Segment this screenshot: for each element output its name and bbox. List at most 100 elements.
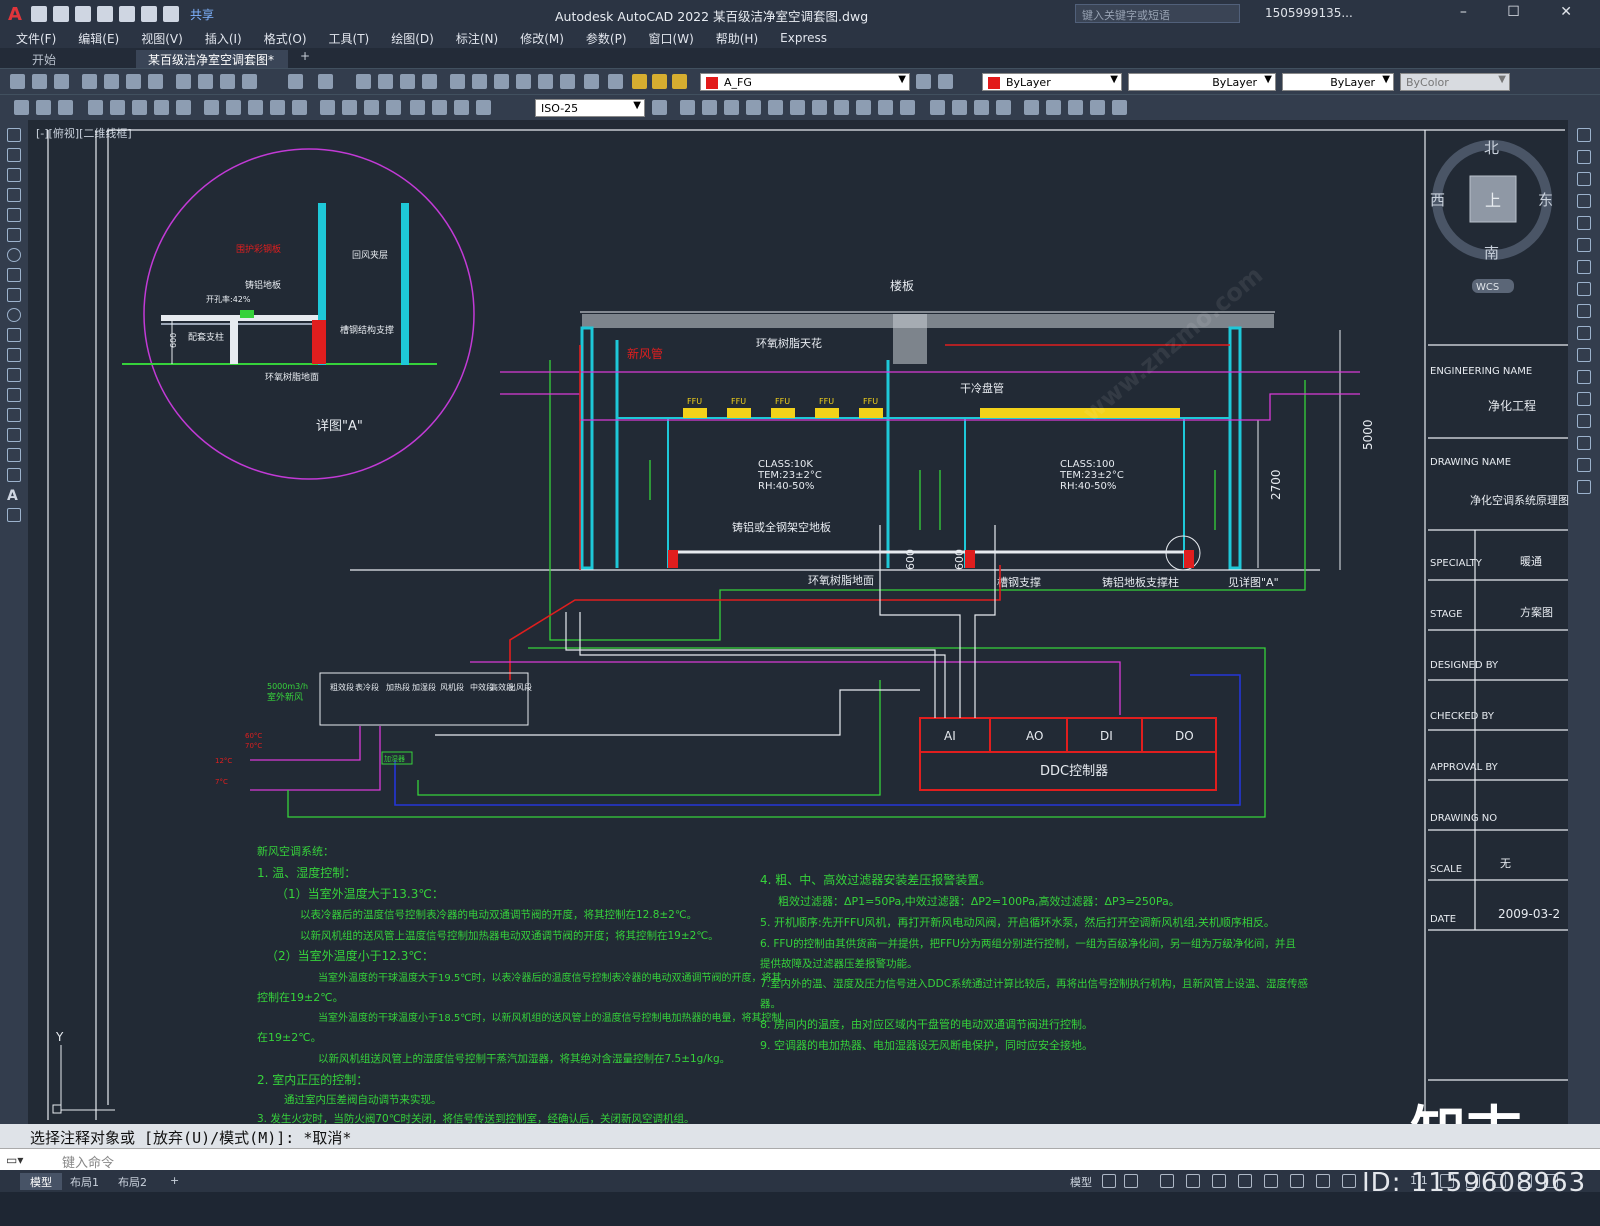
viewport-controls[interactable]: [-][俯视][二维线框]: [36, 125, 132, 141]
zoom-prev-icon[interactable]: [422, 74, 437, 89]
cut-icon[interactable]: [176, 74, 191, 89]
menu-dimension[interactable]: 标注(N): [456, 30, 498, 47]
menu-file[interactable]: 文件(F): [16, 30, 56, 47]
tab-start[interactable]: 开始: [20, 50, 135, 68]
save-icon[interactable]: [74, 6, 91, 22]
menu-help[interactable]: 帮助(H): [716, 30, 758, 47]
dim-space-icon[interactable]: [270, 100, 285, 115]
paste-icon[interactable]: [220, 74, 235, 89]
center-mark-icon[interactable]: [342, 100, 357, 115]
redo-icon[interactable]: [318, 74, 333, 89]
region-icon[interactable]: [7, 448, 21, 462]
explode-icon[interactable]: [996, 100, 1011, 115]
markup-icon[interactable]: [538, 74, 553, 89]
extend-tool-icon[interactable]: [1577, 348, 1591, 362]
polar-icon[interactable]: [1186, 1174, 1200, 1188]
menu-parametric[interactable]: 参数(P): [586, 30, 627, 47]
make-current-icon[interactable]: [916, 74, 931, 89]
user-account[interactable]: 1505999135...: [1265, 6, 1353, 20]
snap-icon[interactable]: [1124, 1174, 1138, 1188]
layer-previous-icon[interactable]: [938, 74, 953, 89]
lineweight-icon[interactable]: [1264, 1174, 1278, 1188]
copy-tool-icon[interactable]: [1577, 150, 1591, 164]
save-icon[interactable]: [54, 74, 69, 89]
menu-tools[interactable]: 工具(T): [329, 30, 370, 47]
dim-style-manager-icon[interactable]: [652, 100, 667, 115]
copy-obj-icon[interactable]: [680, 100, 695, 115]
table-tool-icon[interactable]: [7, 468, 21, 482]
zoom-window-icon[interactable]: [400, 74, 415, 89]
zoom-realtime-icon[interactable]: [378, 74, 393, 89]
dim-style-icon[interactable]: [476, 100, 491, 115]
move-icon[interactable]: [768, 100, 783, 115]
offset-tool-icon[interactable]: [1577, 194, 1591, 208]
drawing-canvas[interactable]: [28, 120, 1568, 1124]
polyline-icon[interactable]: [7, 168, 21, 182]
share-button[interactable]: 共享: [190, 6, 214, 23]
lineweight-dropdown[interactable]: ByLayer ▼: [1282, 73, 1394, 91]
menu-view[interactable]: 视图(V): [141, 30, 183, 47]
copy-icon[interactable]: [198, 74, 213, 89]
trim-tool-icon[interactable]: [1577, 326, 1591, 340]
insert-icon[interactable]: [1046, 100, 1061, 115]
rectangle-icon[interactable]: [7, 208, 21, 222]
search-input[interactable]: 键入关键字或短语: [1075, 4, 1240, 23]
menu-window[interactable]: 窗口(W): [649, 30, 694, 47]
redo-icon[interactable]: [162, 6, 179, 22]
continue-dim-icon[interactable]: [248, 100, 263, 115]
layer-dropdown[interactable]: A_FG ▼: [700, 73, 910, 91]
inspection-icon[interactable]: [364, 100, 379, 115]
break-icon[interactable]: [900, 100, 915, 115]
angular-dim-icon[interactable]: [176, 100, 191, 115]
circle-icon[interactable]: [7, 248, 21, 262]
menu-express[interactable]: Express: [780, 31, 827, 45]
menu-format[interactable]: 格式(O): [264, 30, 307, 47]
dim-text-edit-icon[interactable]: [432, 100, 447, 115]
new-file-icon[interactable]: [30, 6, 47, 22]
rotate-tool-icon[interactable]: [1577, 260, 1591, 274]
stretch-icon[interactable]: [834, 100, 849, 115]
sheet-set-icon[interactable]: [516, 74, 531, 89]
blend-icon[interactable]: [1577, 458, 1591, 472]
dim-edit-icon[interactable]: [410, 100, 425, 115]
layer-lock-icon[interactable]: [672, 74, 687, 89]
print-icon[interactable]: [82, 74, 97, 89]
mirror-tool-icon[interactable]: [1577, 172, 1591, 186]
plot-icon[interactable]: [118, 6, 135, 22]
arc-dim-icon[interactable]: [58, 100, 73, 115]
add-selected-icon[interactable]: [7, 508, 21, 522]
grid-icon[interactable]: [1102, 1174, 1116, 1188]
extend-icon[interactable]: [878, 100, 893, 115]
scale-tool-icon[interactable]: [1577, 282, 1591, 296]
calculator-icon[interactable]: [560, 74, 575, 89]
dimstyle-dropdown[interactable]: ISO-25 ▼: [535, 99, 645, 117]
linear-dim-icon[interactable]: [14, 100, 29, 115]
fillet-tool-icon[interactable]: [1577, 436, 1591, 450]
construction-line-icon[interactable]: [7, 148, 21, 162]
open-file-icon[interactable]: [52, 6, 69, 22]
diameter-dim-icon[interactable]: [154, 100, 169, 115]
tolerance-icon[interactable]: [320, 100, 335, 115]
model-space-toggle[interactable]: 模型: [1060, 1173, 1102, 1190]
annotation-visibility-icon[interactable]: [1342, 1174, 1356, 1188]
undo-icon[interactable]: [140, 6, 157, 22]
line-icon[interactable]: [7, 128, 21, 142]
undo-icon[interactable]: [288, 74, 303, 89]
help-icon[interactable]: [584, 74, 599, 89]
stretch-tool-icon[interactable]: [1577, 304, 1591, 318]
menu-draw[interactable]: 绘图(D): [391, 30, 434, 47]
mtext-icon[interactable]: A: [7, 488, 21, 504]
osnap-icon[interactable]: [1238, 1174, 1252, 1188]
polygon-icon[interactable]: [7, 188, 21, 202]
rotate-icon[interactable]: [790, 100, 805, 115]
gradient-icon[interactable]: [1112, 100, 1127, 115]
menu-edit[interactable]: 编辑(E): [78, 30, 119, 47]
dim-break-icon[interactable]: [292, 100, 307, 115]
aligned-dim-icon[interactable]: [36, 100, 51, 115]
match-icon[interactable]: [242, 74, 257, 89]
baseline-dim-icon[interactable]: [226, 100, 241, 115]
table-icon[interactable]: [1068, 100, 1083, 115]
plotstyle-dropdown[interactable]: ByColor ▼: [1400, 73, 1510, 91]
revcloud-icon[interactable]: [7, 268, 21, 282]
layer-freeze-icon[interactable]: [652, 74, 667, 89]
